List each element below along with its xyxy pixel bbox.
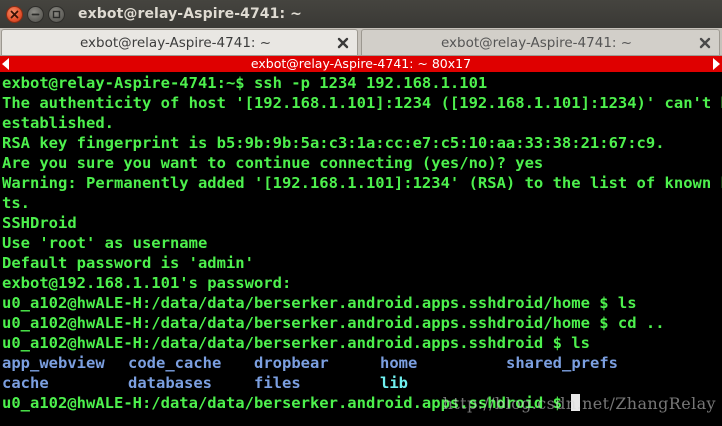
- ls-entry-directory: home: [380, 354, 418, 372]
- resize-right-arrow-icon: [713, 58, 720, 70]
- tab-1[interactable]: exbot@relay-Aspire-4741: ~: [1, 29, 358, 55]
- minimize-icon: [31, 13, 40, 15]
- close-icon: [699, 37, 711, 48]
- ls-entry-directory: cache: [2, 374, 49, 392]
- tab-2-close-button[interactable]: [697, 35, 713, 51]
- tab-1-close-button[interactable]: [335, 35, 351, 51]
- terminal-line: u0_a102@hwALE-H:/data/data/berserker.and…: [2, 294, 637, 312]
- terminal-output[interactable]: exbot@relay-Aspire-4741:~$ ssh -p 1234 1…: [0, 72, 722, 426]
- close-window-button[interactable]: [6, 5, 23, 23]
- terminal-line: Warning: Permanently added '[192.168.1.1…: [2, 174, 722, 192]
- minimize-window-button[interactable]: [27, 5, 44, 23]
- resize-left-arrow-icon: [2, 58, 9, 70]
- terminal-size-banner: exbot@relay-Aspire-4741: ~ 80x17: [0, 56, 722, 72]
- terminal-line: established.: [2, 114, 114, 132]
- ls-entry-directory: shared_prefs: [506, 354, 618, 372]
- tab-bar: exbot@relay-Aspire-4741: ~ exbot@relay-A…: [0, 28, 722, 56]
- title-bar[interactable]: exbot@relay-Aspire-4741: ~: [0, 0, 722, 28]
- terminal-line: ts.: [2, 194, 30, 212]
- terminal-size-text: exbot@relay-Aspire-4741: ~ 80x17: [250, 56, 472, 71]
- ls-entry-directory: app_webview: [2, 354, 105, 372]
- watermark: http://blog.csdn.net/ZhangRelay: [442, 394, 716, 413]
- close-icon: [337, 37, 349, 48]
- terminal-line: Are you sure you want to continue connec…: [2, 154, 544, 172]
- terminal-line: exbot@192.168.1.101's password:: [2, 274, 292, 292]
- ls-entry-directory: databases: [128, 374, 212, 392]
- maximize-icon: [52, 10, 61, 18]
- terminal-line: SSHDroid: [2, 214, 77, 232]
- window-title: exbot@relay-Aspire-4741: ~: [78, 6, 302, 22]
- terminal-line: exbot@relay-Aspire-4741:~$ ssh -p 1234 1…: [2, 74, 488, 92]
- ls-entry-directory: dropbear: [254, 354, 329, 372]
- terminal-line: Default password is 'admin': [2, 254, 254, 272]
- tab-1-label: exbot@relay-Aspire-4741: ~: [79, 34, 272, 51]
- terminal-window: exbot@relay-Aspire-4741: ~ exbot@relay-A…: [0, 0, 722, 426]
- ls-entry-symlink: lib: [380, 374, 408, 392]
- terminal-line: Use 'root' as username: [2, 234, 208, 252]
- terminal-line: RSA key fingerprint is b5:9b:9b:5a:c3:1a…: [2, 134, 665, 152]
- terminal-line: u0_a102@hwALE-H:/data/data/berserker.and…: [2, 314, 665, 332]
- terminal-line: The authenticity of host '[192.168.1.101…: [2, 94, 722, 112]
- tab-2-label: exbot@relay-Aspire-4741: ~: [440, 34, 633, 51]
- ls-entry-directory: code_cache: [128, 354, 222, 372]
- terminal-line: u0_a102@hwALE-H:/data/data/berserker.and…: [2, 334, 590, 352]
- maximize-window-button[interactable]: [48, 5, 65, 23]
- ls-entry-directory: files: [254, 374, 301, 392]
- close-icon: [10, 10, 19, 18]
- tab-2[interactable]: exbot@relay-Aspire-4741: ~: [361, 29, 720, 55]
